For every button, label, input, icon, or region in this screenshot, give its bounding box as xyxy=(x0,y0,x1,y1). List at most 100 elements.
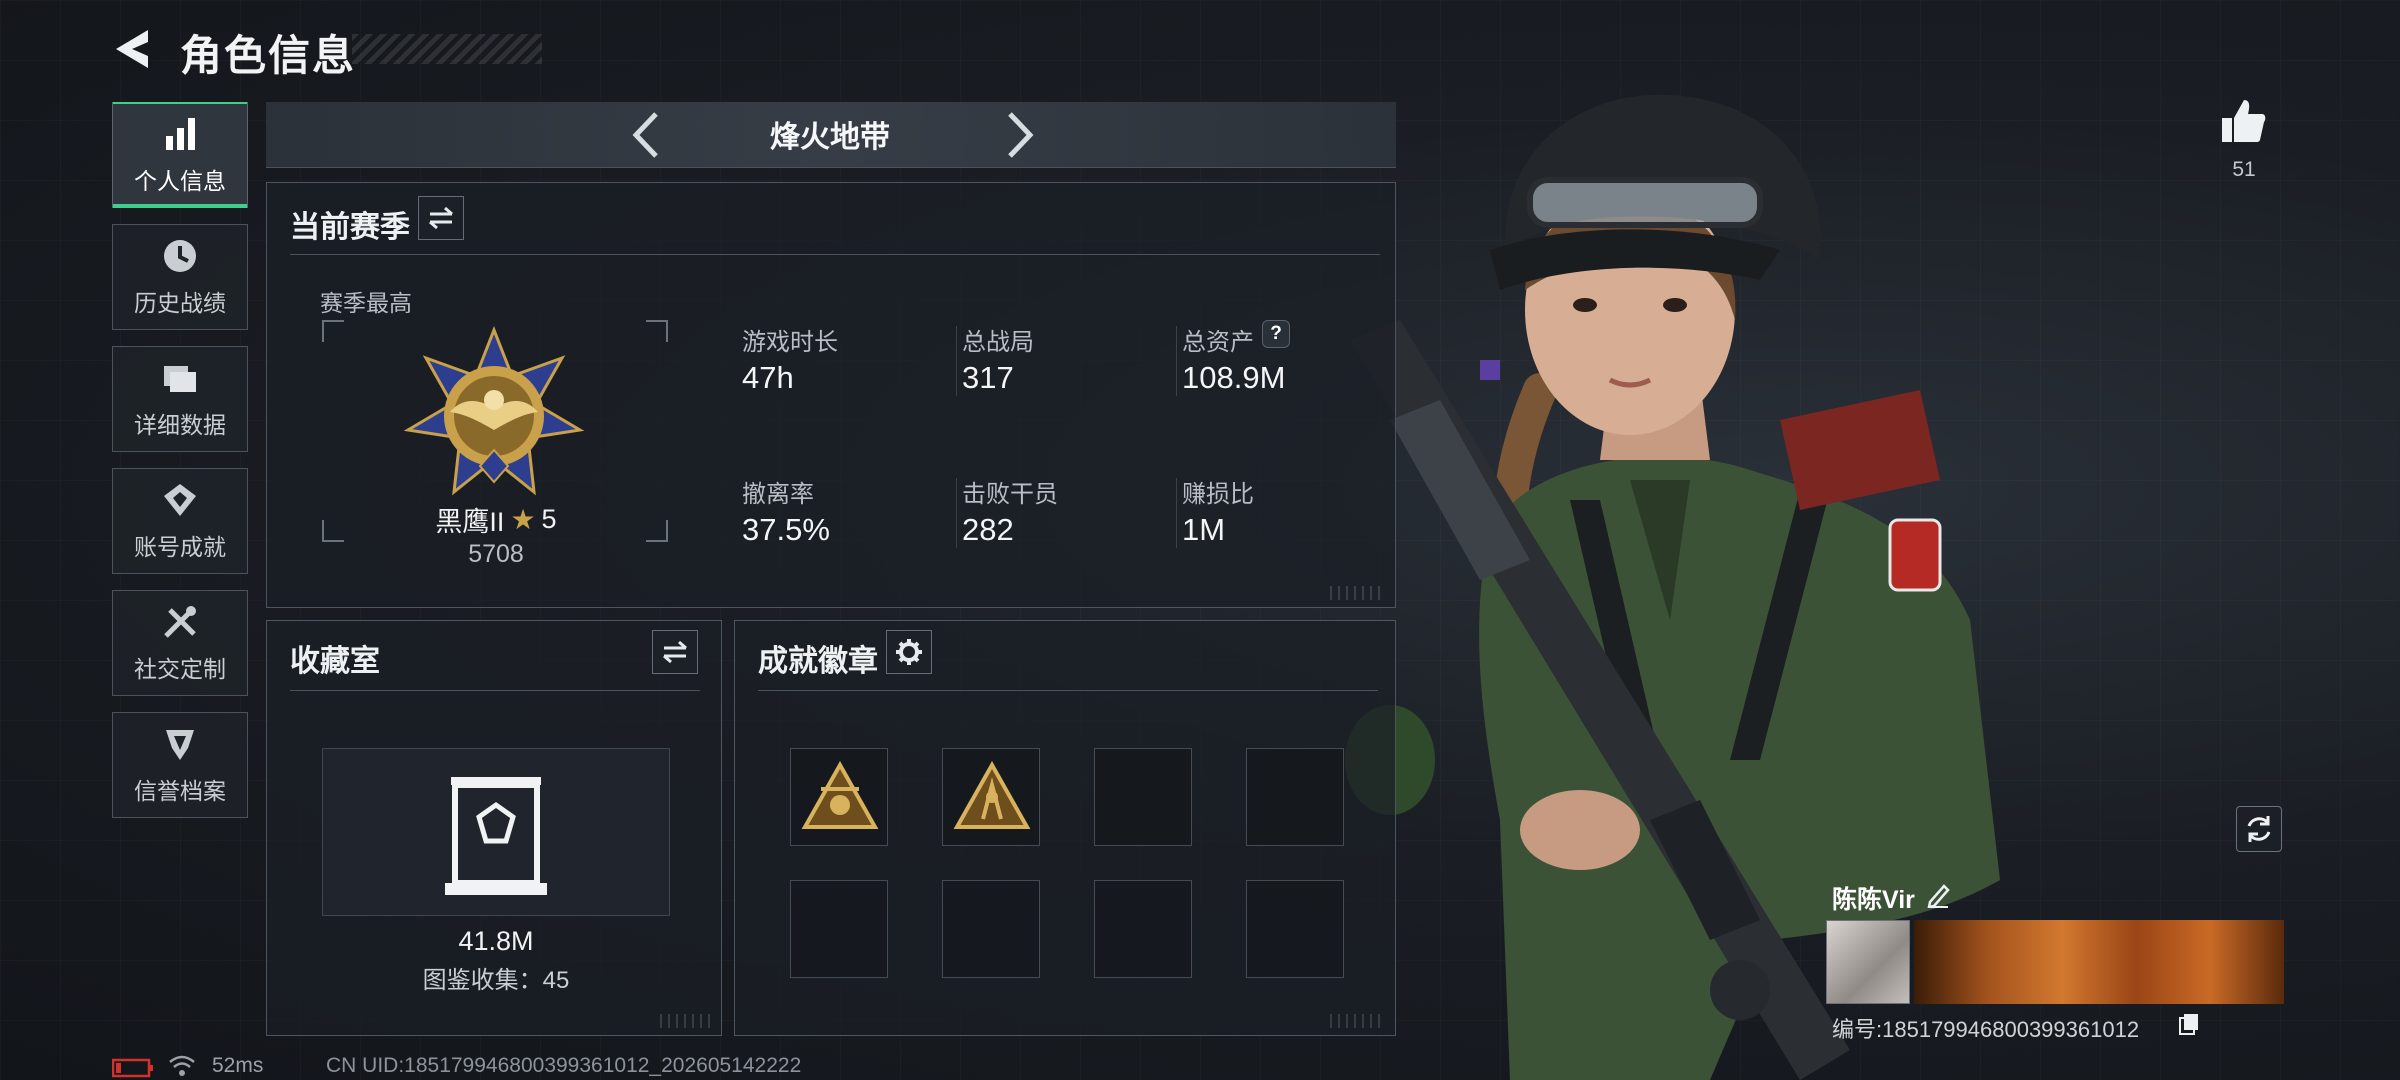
nav-item-history[interactable]: 历史战绩 xyxy=(112,224,248,330)
rank-row: 黑鹰II ★ 5 xyxy=(426,500,566,539)
season-switch-button[interactable] xyxy=(418,196,464,240)
badge-slot[interactable] xyxy=(790,748,888,846)
collection-display-case xyxy=(322,748,670,916)
badge-slot-empty[interactable] xyxy=(1094,748,1192,846)
frame-corner xyxy=(646,320,668,342)
stat-value-extract-rate: 37.5% xyxy=(742,512,830,547)
nameplate-banner xyxy=(1914,920,2284,1004)
stat-divider xyxy=(956,326,957,396)
nav-item-personal-info[interactable]: 个人信息 xyxy=(112,102,248,208)
panel-corner-decoration xyxy=(1330,586,1380,600)
copy-icon xyxy=(2179,1014,2198,1035)
ping-value: 52ms xyxy=(212,1054,264,1077)
frame-corner xyxy=(322,320,344,342)
back-button[interactable] xyxy=(110,26,158,72)
nav-item-detailed-data[interactable]: 详细数据 xyxy=(112,346,248,452)
history-clock-icon xyxy=(164,240,196,272)
title-decoration xyxy=(352,34,542,64)
nav-label: 个人信息 xyxy=(134,168,226,194)
stat-divider xyxy=(1176,478,1177,548)
badges-divider xyxy=(758,690,1378,691)
rotate-model-button[interactable] xyxy=(2236,806,2282,852)
reputation-icon xyxy=(166,730,194,760)
stat-label-total-assets: 总资产 xyxy=(1182,329,1254,356)
rank-score: 5708 xyxy=(468,540,524,568)
badge-slot-empty[interactable] xyxy=(1246,880,1344,978)
gold-triangle-badge-icon xyxy=(801,760,879,829)
chevron-left-icon xyxy=(632,112,658,158)
stat-value-profit-ratio: 1M xyxy=(1182,512,1226,547)
nav-label: 历史战绩 xyxy=(134,290,226,316)
stat-value-total-matches: 317 xyxy=(962,360,1014,395)
swap-icon xyxy=(429,206,453,230)
stat-label-profit-ratio: 赚损比 xyxy=(1182,481,1254,508)
nav-item-reputation[interactable]: 信誉档案 xyxy=(112,712,248,818)
catalog-row: 图鉴收集：45 xyxy=(322,960,670,995)
stat-divider xyxy=(956,478,957,548)
avatar[interactable] xyxy=(1826,920,1910,1004)
stat-value-total-assets: 108.9M xyxy=(1182,360,1286,395)
swap-icon xyxy=(663,640,687,664)
catalog-label: 图鉴收集： xyxy=(422,967,543,994)
mode-next-button[interactable] xyxy=(1000,110,1040,160)
collection-title: 收藏室 xyxy=(290,645,380,678)
rank-name: 黑鹰II xyxy=(435,507,505,537)
wifi-icon xyxy=(168,1054,196,1078)
season-title: 当前赛季 xyxy=(290,211,410,244)
folder-icon xyxy=(164,366,196,392)
battery-icon xyxy=(111,1058,154,1078)
help-button[interactable]: ? xyxy=(1262,320,1290,348)
refresh-icon xyxy=(2247,816,2271,842)
chevron-right-icon xyxy=(1008,112,1034,158)
collection-switch-button[interactable] xyxy=(652,630,698,674)
stat-value-playtime: 47h xyxy=(742,360,794,395)
achievement-icon xyxy=(164,484,196,516)
frame-corner xyxy=(322,520,344,542)
collection-divider xyxy=(290,690,700,691)
mode-prev-button[interactable] xyxy=(626,110,666,160)
display-case-icon xyxy=(445,777,547,895)
player-name: 陈陈Vir xyxy=(1832,886,1915,914)
thumbs-up-icon xyxy=(2222,100,2266,142)
pencil-icon xyxy=(1927,884,1950,909)
badges-settings-button[interactable] xyxy=(886,630,932,674)
badge-slot-empty[interactable] xyxy=(942,880,1040,978)
rank-stars: 5 xyxy=(541,504,557,534)
bar-chart-icon xyxy=(166,118,195,150)
stat-label-kills: 击败干员 xyxy=(962,481,1058,508)
back-arrow-icon xyxy=(116,30,148,68)
stat-label-total-matches: 总战局 xyxy=(962,329,1034,356)
badge-slot-empty[interactable] xyxy=(1246,748,1344,846)
black-hawk-rank-icon xyxy=(403,325,585,496)
nav-label: 详细数据 xyxy=(134,412,226,438)
page-title: 角色信息 xyxy=(180,32,357,79)
like-button[interactable] xyxy=(2218,96,2268,146)
edit-name-button[interactable] xyxy=(1926,882,1950,909)
star-icon: ★ xyxy=(510,504,536,535)
stat-divider xyxy=(1176,326,1177,396)
badge-slot[interactable] xyxy=(942,748,1040,846)
badge-slot-empty[interactable] xyxy=(790,880,888,978)
gear-icon xyxy=(896,639,922,665)
stat-label-extract-rate: 撤离率 xyxy=(742,481,814,508)
season-divider xyxy=(290,254,1380,255)
rank-emblem xyxy=(403,325,585,502)
nav-label: 社交定制 xyxy=(134,656,226,682)
nav-item-achievements[interactable]: 账号成就 xyxy=(112,468,248,574)
like-count: 51 xyxy=(2232,158,2256,181)
nav-item-social-custom[interactable]: 社交定制 xyxy=(112,590,248,696)
mode-title: 烽火地带 xyxy=(770,121,890,154)
tools-icon xyxy=(164,606,196,638)
copy-id-button[interactable] xyxy=(2178,1012,2200,1036)
frame-corner xyxy=(646,520,668,542)
player-id: 编号:1851799468003993610​12 xyxy=(1832,1012,2139,1044)
nav-label: 信誉档案 xyxy=(134,778,226,804)
panel-corner-decoration xyxy=(660,1014,710,1028)
stat-label-playtime: 游戏时长 xyxy=(742,329,838,356)
badge-slot-empty[interactable] xyxy=(1094,880,1192,978)
gold-triangle-badge-icon xyxy=(953,760,1031,829)
panel-corner-decoration xyxy=(1330,1014,1380,1028)
nav-label: 账号成就 xyxy=(134,534,226,560)
player-id-label: 编号: xyxy=(1832,1017,1883,1042)
stat-value-kills: 282 xyxy=(962,512,1014,547)
